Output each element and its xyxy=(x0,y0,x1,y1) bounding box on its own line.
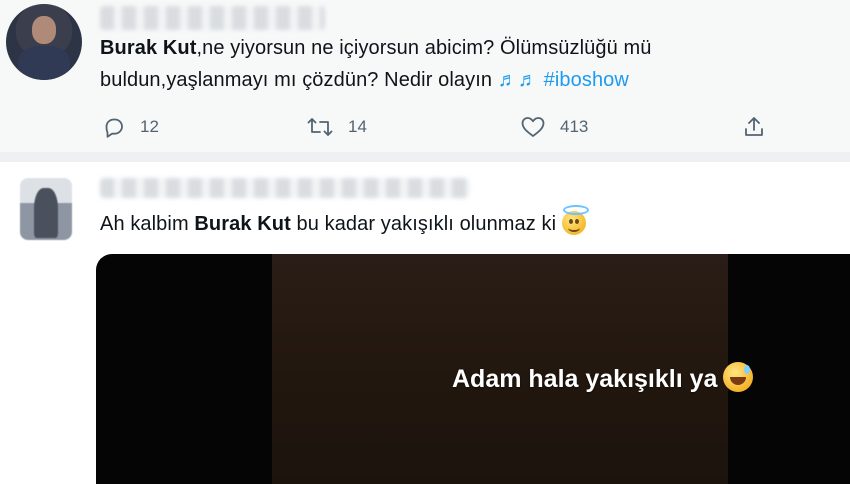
video-caption-text: Adam hala yakışıklı ya xyxy=(452,365,718,393)
tweet-2-text-before: Ah kalbim xyxy=(100,213,195,235)
sweat-smile-emoji-icon xyxy=(723,362,754,392)
tweet-2[interactable]: Ah kalbim Burak Kut bu kadar yakışıklı o… xyxy=(0,162,850,484)
mention-burak-kut-2[interactable]: Burak Kut xyxy=(194,213,290,235)
reply-count: 12 xyxy=(140,117,159,136)
tweet-text-line-2: buldun,yaşlanmayı mı çözdün? Nedir olayı… xyxy=(100,64,629,96)
like-count: 413 xyxy=(560,117,589,136)
mention-burak-kut[interactable]: Burak Kut xyxy=(100,37,196,59)
video-media[interactable]: Adam hala yakışıklı ya xyxy=(96,254,850,484)
tweet-text-line-2-content: buldun,yaşlanmayı mı çözdün? Nedir olayı… xyxy=(100,69,493,91)
retweet-button[interactable]: 14 xyxy=(306,112,367,142)
avatar-figure xyxy=(34,188,58,238)
reply-button[interactable]: 12 xyxy=(102,112,159,142)
user-avatar[interactable] xyxy=(6,4,82,80)
tweet-1[interactable]: Burak Kut,ne yiyorsun ne içiyorsun abici… xyxy=(0,0,850,152)
music-notes-emoji: ♬♬ xyxy=(497,69,538,91)
reply-icon xyxy=(102,115,126,139)
tweet-divider xyxy=(0,152,850,162)
like-button[interactable]: 413 xyxy=(520,112,588,142)
avatar-face xyxy=(32,16,56,44)
share-icon xyxy=(742,114,766,140)
like-icon xyxy=(520,115,546,139)
user-avatar-2[interactable] xyxy=(20,178,72,240)
tweet-2-text: Ah kalbim Burak Kut bu kadar yakışıklı o… xyxy=(100,205,589,240)
tweet-text-rest: ,ne yiyorsun ne içiyorsun abicim? Ölümsü… xyxy=(196,37,652,59)
tweet-text-line-1: Burak Kut,ne yiyorsun ne içiyorsun abici… xyxy=(100,32,651,64)
avatar-shirt xyxy=(18,46,70,80)
tweet-2-text-after: bu kadar yakışıklı olunmaz ki xyxy=(290,213,557,235)
blurred-username xyxy=(100,6,325,30)
share-button[interactable] xyxy=(742,112,766,142)
video-frame: Adam hala yakışıklı ya xyxy=(272,254,754,484)
video-caption: Adam hala yakışıklı ya xyxy=(452,362,754,394)
retweet-icon xyxy=(306,115,334,139)
halo-emoji-icon xyxy=(561,205,589,235)
hashtag-link[interactable]: #iboshow xyxy=(544,69,629,91)
retweet-count: 14 xyxy=(348,117,367,136)
blurred-username-2 xyxy=(100,178,470,198)
